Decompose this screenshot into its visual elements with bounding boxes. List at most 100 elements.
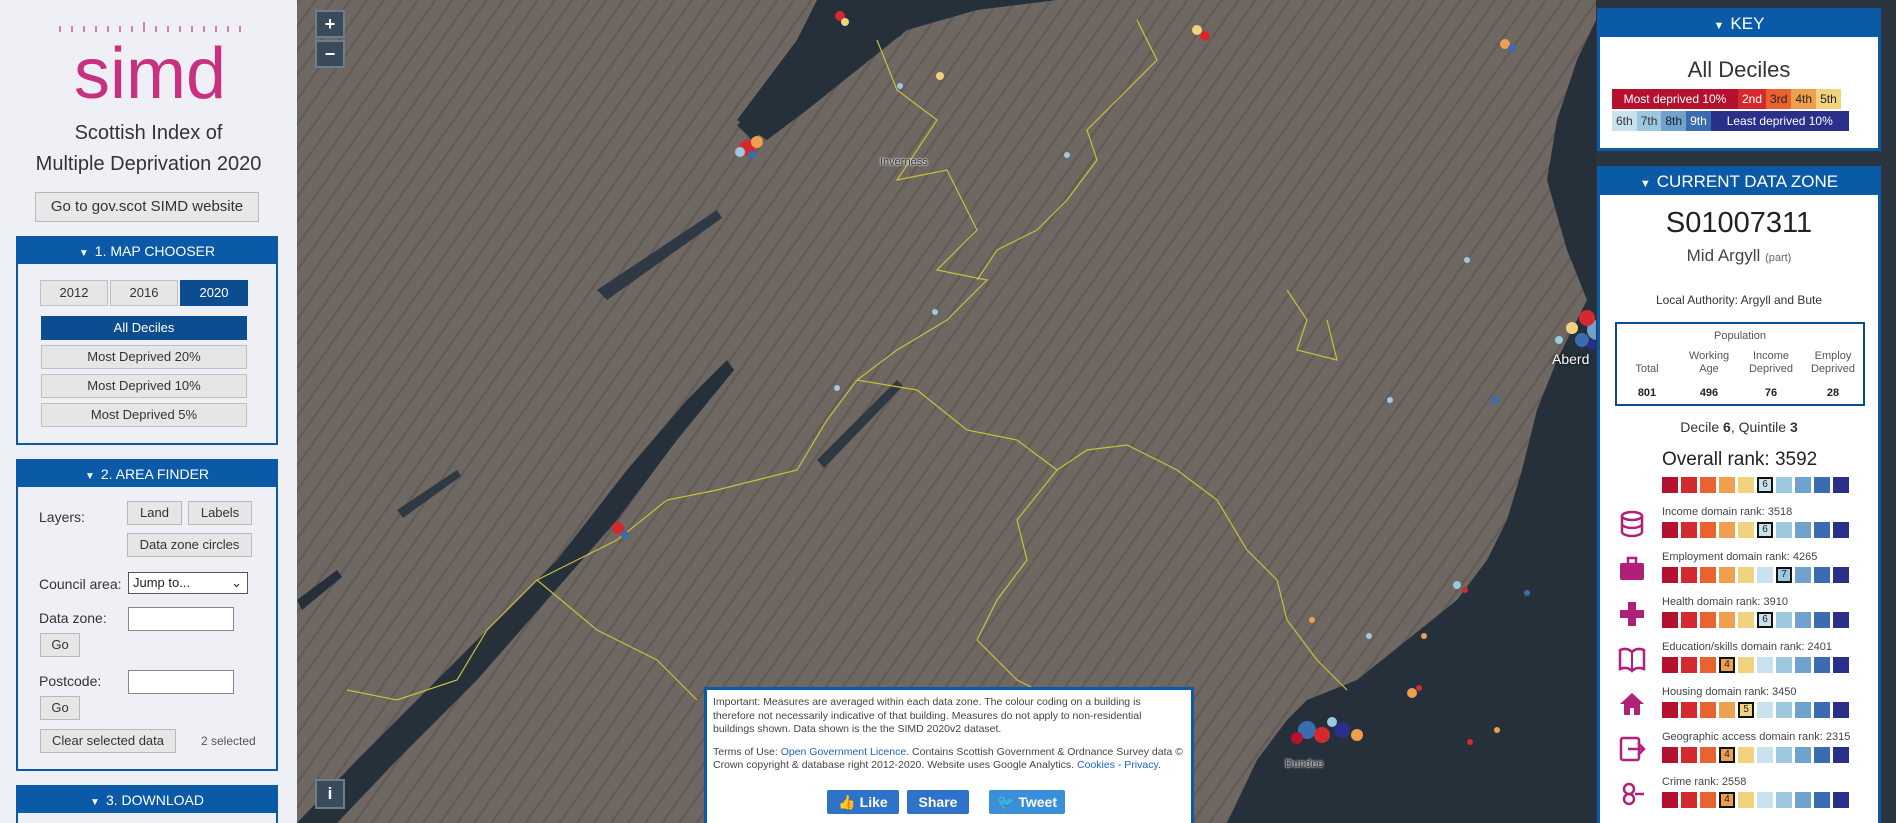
decile-swatch [1681,747,1697,763]
domain-rank-label: Employment domain rank: 4265 [1662,551,1818,563]
decile-swatch [1681,522,1697,538]
clear-selected-button[interactable]: Clear selected data [40,729,176,753]
data-zone-name-text: Mid Argyll [1686,246,1761,265]
area-finder-header[interactable]: ▼ 2. AREA FINDER [18,461,276,487]
decile-swatch [1833,477,1849,493]
decile-swatch [1662,477,1678,493]
most-deprived-10-button[interactable]: Most Deprived 10% [41,374,247,398]
facebook-like-button[interactable]: 👍 Like [827,790,899,814]
decile-swatch [1719,477,1735,493]
key-header-title: KEY [1730,14,1765,33]
title-line-1: Scottish Index of [74,122,223,144]
decile-swatch [1757,702,1773,718]
postcode-input[interactable] [128,670,234,694]
pop-working-value: 496 [1699,387,1719,399]
decile-swatch [1757,657,1773,673]
decile-swatch [1795,702,1811,718]
decile-swatch [1719,612,1735,628]
pop-col-label2: Deprived [1810,363,1856,375]
zoom-in-button[interactable]: + [315,10,345,38]
licence-link[interactable]: Open Government Licence [781,746,907,758]
decile-swatch [1738,612,1754,628]
map-chooser-title: 1. MAP CHOOSER [94,243,216,259]
selected-count: 2 selected [201,734,256,748]
place-label-dundee: Dundee [1285,758,1324,770]
caret-down-icon: ▼ [1639,178,1651,190]
council-area-select[interactable]: Jump to... ⌄ [128,572,248,594]
gov-scot-button[interactable]: Go to gov.scot SIMD website [35,192,259,222]
key-row-2: 6th 7th 8th 9th Least deprived 10% [1612,111,1849,131]
land-button[interactable]: Land [127,501,182,525]
map-view[interactable]: + − Inverness Aberd Dundee i Important: … [297,0,1596,823]
data-zone-header[interactable]: ▼ CURRENT DATA ZONE [1600,169,1878,195]
crime-icon [1622,782,1644,806]
decile-swatch [1738,747,1754,763]
house-icon [1620,693,1644,715]
decile-swatch [1681,657,1697,673]
decile-swatch [1776,657,1792,673]
decile-swatch: 6 [1757,522,1773,538]
decile-swatch [1776,612,1792,628]
terms-prefix: Terms of Use: [713,745,778,758]
year-2020-button[interactable]: 2020 [180,280,248,306]
decile-swatch [1662,792,1678,808]
key-decile-9: 9th [1686,111,1711,131]
decile-swatch [1738,567,1754,583]
decile-swatch [1833,657,1849,673]
all-deciles-button[interactable]: All Deciles [41,316,247,340]
domain-decile-bar: 5 [1662,702,1852,718]
key-decile-10: Least deprived 10% [1710,111,1849,131]
download-panel: ▼ 3. DOWNLOAD [16,785,278,823]
labels-button[interactable]: Labels [188,501,252,525]
pop-col-total: Total [1617,350,1677,376]
tweet-button[interactable]: 🐦 Tweet [989,790,1065,814]
decile-swatch: 4 [1719,657,1735,673]
twitter-bird-icon: 🐦 [997,794,1019,810]
thumbs-up-icon: 👍 [838,794,860,810]
decile-swatch [1814,657,1830,673]
decile-swatch [1738,522,1754,538]
zoom-out-button[interactable]: − [315,40,345,68]
pop-income-value: 76 [1764,387,1778,399]
download-header[interactable]: ▼ 3. DOWNLOAD [18,787,276,813]
decile-swatch [1738,477,1754,493]
notice-text: Important: Measures are averaged within … [713,696,1142,735]
domain-decile-bar: 4 [1662,792,1852,808]
local-authority: Local Authority: Argyll and Bute [1655,293,1823,307]
decile-swatch [1776,792,1792,808]
domain-rank-label: Education/skills domain rank: 2401 [1662,641,1832,653]
year-2012-button[interactable]: 2012 [40,280,108,306]
facebook-share-button[interactable]: Share [907,790,969,814]
pop-total-value: 801 [1637,387,1657,399]
decile-swatch [1795,567,1811,583]
info-button[interactable]: i [315,779,345,809]
data-zone-header-title: CURRENT DATA ZONE [1656,172,1839,191]
decile-swatch [1681,612,1697,628]
key-decile-2: 2nd [1738,89,1767,109]
year-2016-button[interactable]: 2016 [110,280,178,306]
data-zone-go-button[interactable]: Go [40,633,80,657]
postcode-go-button[interactable]: Go [40,696,80,720]
domain-rank-label: Crime rank: 2558 [1662,776,1747,788]
decile-swatch [1662,567,1678,583]
key-header[interactable]: ▼ KEY [1600,11,1878,37]
layers-label: Layers: [39,509,85,525]
key-panel: ▼ KEY All Deciles Most deprived 10% 2nd 3… [1597,8,1881,151]
most-deprived-5-button[interactable]: Most Deprived 5% [41,403,247,427]
domain-rank-label: Housing domain rank: 3450 [1662,686,1797,698]
decile-swatch [1757,567,1773,583]
most-deprived-20-button[interactable]: Most Deprived 20% [41,345,247,369]
chevron-down-icon: ⌄ [231,575,242,590]
cookies-link[interactable]: Cookies - Privacy [1077,759,1158,771]
notice-terms: Terms of Use: Open Government Licence. C… [713,745,1183,772]
decile-swatch [1833,702,1849,718]
data-zone-input[interactable] [128,607,234,631]
data-zone-code: S01007311 [1665,207,1813,239]
decile-swatch [1814,567,1830,583]
pop-col-label1: Income [1752,350,1790,362]
decile-swatch [1795,792,1811,808]
data-zone-circles-button[interactable]: Data zone circles [127,533,252,557]
population-title: Population [1714,330,1766,342]
map-chooser-header[interactable]: ▼ 1. MAP CHOOSER [18,238,276,264]
tweet-label: Tweet [1018,794,1057,810]
